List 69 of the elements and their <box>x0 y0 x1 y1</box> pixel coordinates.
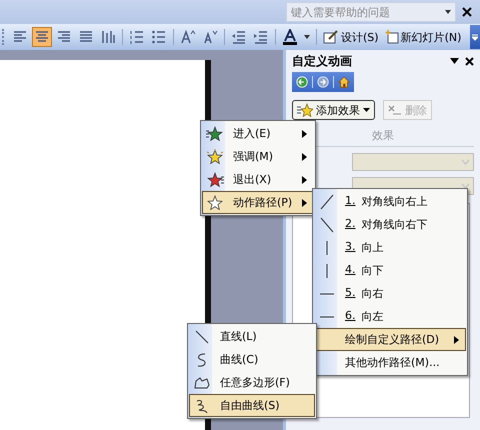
submenu-arrow-icon <box>302 198 307 206</box>
menu-item[interactable]: 动作路径(P) <box>202 191 314 214</box>
horizontal-line-icon <box>320 316 334 318</box>
numbered-list-icon <box>129 29 145 45</box>
diagonal-line-icon <box>318 194 336 210</box>
design-button[interactable]: 设计(S) <box>321 27 381 47</box>
forward-icon[interactable] <box>316 75 330 89</box>
add-effect-button[interactable]: 添加效果 <box>292 100 375 120</box>
star-icon <box>206 172 224 188</box>
submenu-arrow-icon <box>302 152 307 160</box>
align-right-icon <box>56 29 72 45</box>
align-center-icon <box>34 29 50 45</box>
menu-item[interactable]: 自由曲线(S) <box>189 394 315 417</box>
chevron-down-icon <box>461 183 470 189</box>
home-icon[interactable] <box>338 75 350 89</box>
menu-item[interactable]: 6. 向左 <box>314 305 466 328</box>
new-slide-button[interactable]: 新幻灯片(N) <box>382 27 464 47</box>
close-icon[interactable] <box>465 56 474 66</box>
close-icon[interactable] <box>462 7 472 17</box>
align-center-button[interactable] <box>32 27 52 47</box>
pane-title: 自定义动画 <box>292 52 352 70</box>
menu-item[interactable]: 退出(X) <box>202 168 314 191</box>
delete-icon <box>388 105 402 115</box>
align-left-icon <box>12 29 28 45</box>
vertical-line-icon <box>326 240 328 256</box>
menu-item[interactable]: 进入(E) <box>202 122 314 145</box>
bulleted-list-icon <box>151 29 167 45</box>
diagonal-line-icon <box>318 216 336 232</box>
increase-indent-icon <box>253 29 269 45</box>
menu-item[interactable]: 绘制自定义路径(D) <box>314 328 466 351</box>
grow-font-icon <box>180 29 196 45</box>
diagonal-line-icon <box>193 328 211 344</box>
chevron-down-icon <box>461 159 470 165</box>
menu-item[interactable]: 曲线(C) <box>189 348 315 371</box>
caret-icon <box>363 108 370 112</box>
toolbar-options-icon[interactable] <box>470 25 480 49</box>
pencil-slide-icon <box>323 30 339 44</box>
dropdown-arrow-icon[interactable] <box>304 35 310 39</box>
menu-item[interactable]: 2. 对角线向右下 <box>314 213 466 236</box>
menu-item[interactable]: 其他动作路径(M)... <box>314 351 466 374</box>
submenu-arrow-icon <box>302 130 307 138</box>
menu-item[interactable]: 4. 向下 <box>314 259 466 282</box>
menu-item[interactable]: 任意多边形(F) <box>189 371 315 394</box>
distribute-icon <box>100 29 116 45</box>
menu-item[interactable]: 强调(M) <box>202 145 314 168</box>
section-label: 效果 <box>372 128 394 143</box>
back-icon[interactable] <box>296 75 308 89</box>
help-search-field[interactable]: 键入需要帮助的问题 <box>286 2 456 22</box>
justify-icon <box>78 29 94 45</box>
dropdown-arrow-icon[interactable] <box>445 10 451 14</box>
submenu-arrow-icon <box>302 176 307 184</box>
menu-item[interactable]: 3. 向上 <box>314 236 466 259</box>
menu-item[interactable]: 1. 对角线向右上 <box>314 190 466 213</box>
decrease-indent-icon <box>231 29 247 45</box>
menu-item[interactable]: 直线(L) <box>189 325 315 348</box>
submenu-arrow-icon <box>454 336 459 344</box>
horizontal-line-icon <box>320 292 334 294</box>
new-slide-icon <box>384 30 399 44</box>
dropdown-arrow-icon[interactable] <box>450 58 459 64</box>
font-color-icon <box>282 29 298 45</box>
menu-item[interactable]: 5. 向右 <box>314 282 466 305</box>
freeform-shape-icon <box>193 374 211 390</box>
star-outline-icon <box>206 194 224 210</box>
sparkle-star-icon <box>206 148 224 164</box>
vertical-line-icon <box>326 262 328 278</box>
star-icon <box>206 126 224 142</box>
font-color-button[interactable] <box>280 27 300 47</box>
shrink-font-icon <box>202 29 218 45</box>
star-icon <box>297 103 313 117</box>
